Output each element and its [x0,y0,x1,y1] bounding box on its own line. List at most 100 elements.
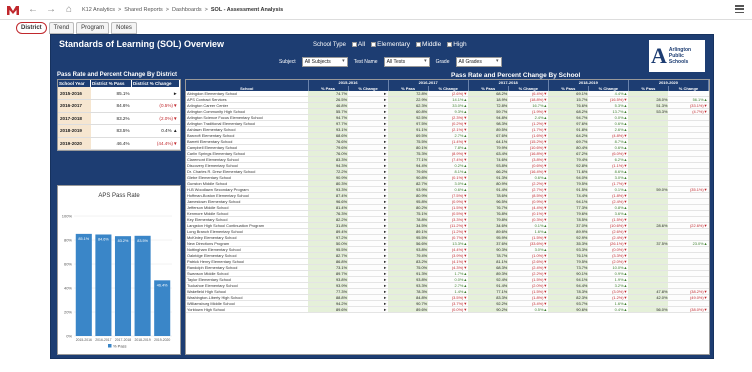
district-table: School Year District % Pass District % C… [57,79,181,151]
school-year-cell: 2019-2020 [58,137,91,150]
value-cell: ► [348,306,389,314]
hamburger-menu-icon[interactable] [735,5,744,14]
school-table: 2015-2016 2016-2017 2017-2018 2018-2019 2019… [185,79,710,355]
table-row[interactable]: 2019-2020 46.4% (44.4%)▼ [58,137,180,150]
checkbox-icon[interactable] [416,41,422,47]
district-change-cell: ► [131,87,180,100]
school-type-middle[interactable]: Middle [416,41,441,48]
value-cell: 90.2% [468,306,509,314]
grade-label: Grade [435,59,450,65]
y-tick-label: 40% [64,286,72,291]
grade-select[interactable]: All Grades [455,57,502,67]
home-icon[interactable]: ⌂ [64,4,74,15]
data-label: 84.6% [98,237,109,241]
table-row[interactable]: 2018-2019 83.5% 0.4% ▲ [58,124,180,138]
y-tick-label: 100% [62,214,73,219]
subject-label: Subject [279,59,296,65]
district-heading: Pass Rate and Percent Change By District [57,72,178,78]
test-name-select[interactable]: All Tests [383,57,430,67]
table-row[interactable]: Yorktown High School 89.6% ► 89.6% (0.0%)▼ 90… [186,306,709,314]
x-tick-label: 2016-2017 [95,338,111,342]
bar [75,233,92,336]
value-cell: 90.6% [548,306,589,314]
breadcrumb-current: SOL - Assessment Analysis [210,6,284,13]
school-year-cell: 2015-2016 [58,87,91,100]
district-change-cell: (0.5%)▼ [131,99,180,113]
subject-select[interactable]: All Subjects [301,57,348,67]
checkbox-icon[interactable] [351,41,357,47]
value-cell: (38.0%)▼ [668,306,709,314]
chart-title: APS Pass Rate [98,193,140,199]
value-cell: (0.0%)▼ [428,306,469,314]
tab-district[interactable]: District [16,22,47,34]
column-header[interactable]: School Year [58,80,92,87]
bar [114,236,132,336]
x-tick-label: 2017-2018 [115,338,131,342]
table-row[interactable]: 2016-2017 84.6% (0.5%)▼ [58,99,180,113]
value-cell: 89.6% [308,306,349,314]
checkbox-icon[interactable] [447,41,453,47]
breadcrumb-item[interactable]: K12 Analytics [82,7,115,13]
top-bar: ← → ⌂ K12 Analytics > Shared Reports > D… [0,0,752,20]
district-change-cell: (44.4%)▼ [131,137,180,150]
bar [154,280,171,336]
value-cell: 0.5%▲ [508,306,549,314]
x-tick-label: 2015-2016 [76,338,92,342]
y-tick-label: 0% [66,334,72,339]
school-year-cell: 2017-2018 [58,112,91,125]
legend-swatch [108,344,112,348]
district-change-cell: (2.0%)▼ [131,112,180,125]
aps-logo-text: Arlington Public Schools [668,47,692,65]
aps-logo-letter: A [651,43,667,68]
school-year-cell: 2016-2017 [58,99,91,113]
data-label: 46.4% [157,283,168,287]
breadcrumb-separator: > [118,6,122,13]
table-row[interactable]: 2017-2018 83.2% (2.0%)▼ [58,112,180,125]
data-label: 83.2% [118,239,129,243]
aps-pass-rate-chart: APS Pass Rate 0% 20% 40% 60% 80% 100% 85.1% 201… [57,185,181,355]
filter-row: Subject All Subjects Test Name All Tests… [279,57,502,67]
tab-notes[interactable]: Notes [111,22,137,34]
data-label: 83.5% [137,239,148,243]
bar [95,234,112,336]
back-arrow-icon[interactable]: ← [28,4,38,15]
chart-canvas: 0% 20% 40% 60% 80% 100% 85.1% 2015-2016 84.6% 201… [62,214,172,348]
value-cell: 56.0% [628,306,669,314]
breadcrumb-separator: > [165,6,169,13]
value-cell: 0.4%▲ [588,306,629,314]
school-type-filter: School Type All Elementary Middle High [313,41,467,48]
dashboard-panel: Standards of Learning (SOL) Overview Sch… [50,34,714,359]
school-heading: Pass Rate and Percent Change By School [451,72,581,79]
legend-label: % Pass [113,343,127,348]
school-type-elementary[interactable]: Elementary [371,41,410,48]
report-tabs: District Trend Program Notes [16,22,137,34]
breadcrumb: K12 Analytics > Shared Reports > Dashboa… [82,7,283,13]
school-year-cell: 2018-2019 [58,124,91,138]
y-tick-label: 80% [64,238,72,243]
aps-logo: A Arlington Public Schools [649,40,705,72]
tab-trend[interactable]: Trend [48,22,75,34]
district-pass-cell: 83.2% [90,112,132,125]
table-row[interactable]: 2015-2016 85.1% ► [58,87,180,100]
y-tick-label: 20% [64,310,72,315]
app-logo-icon[interactable] [6,3,20,17]
district-pass-cell: 84.6% [90,99,132,113]
checkbox-icon[interactable] [371,41,377,47]
district-change-cell: 0.4% ▲ [131,124,180,138]
school-type-high[interactable]: High [447,41,467,48]
breadcrumb-item[interactable]: Shared Reports [124,7,163,13]
school-type-all[interactable]: All [351,41,365,48]
breadcrumb-item[interactable]: Dashboards [172,7,202,13]
forward-arrow-icon[interactable]: → [46,4,56,15]
district-pass-cell: 83.5% [90,124,132,138]
x-tick-label: 2019-2020 [154,338,170,342]
tab-program[interactable]: Program [76,22,110,34]
test-name-label: Test Name [353,59,378,65]
column-header[interactable]: District % Change [131,80,180,87]
school-type-label: School Type [313,41,346,48]
column-header[interactable]: District % Pass [90,80,133,87]
y-tick-label: 60% [64,262,72,267]
breadcrumb-separator: > [204,6,208,13]
district-pass-cell: 85.1% [90,87,132,100]
value-cell: 89.6% [388,306,429,314]
